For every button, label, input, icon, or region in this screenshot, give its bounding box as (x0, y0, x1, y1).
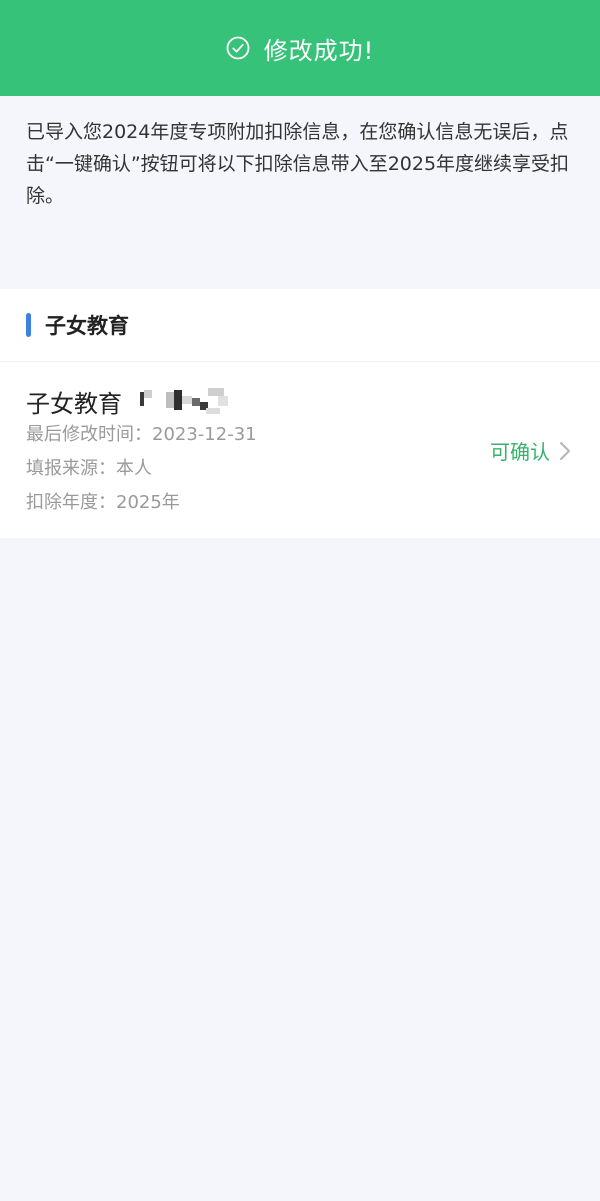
deduction-item-card[interactable]: 子女教育 最后修改时间：2023-12-31 填报来源：本人 扣除年度：2025… (0, 362, 600, 538)
section-header: 子女教育 (0, 289, 600, 362)
item-meta: 最后修改时间：2023-12-31 填报来源：本人 扣除年度：2025年 (26, 418, 574, 520)
banner-title: 修改成功! (263, 36, 375, 65)
success-banner: 修改成功! (0, 0, 600, 96)
status-label: 可确认 (490, 440, 550, 464)
item-title: 子女教育 (26, 389, 122, 418)
check-circle-icon (226, 36, 250, 60)
redacted-name (140, 384, 236, 418)
confirm-status[interactable]: 可确认 (490, 436, 572, 465)
item-title-row: 子女教育 (26, 384, 574, 418)
deduction-year: 扣除年度：2025年 (26, 492, 180, 513)
import-notice: 已导入您2024年度专项附加扣除信息，在您确认信息无误后，点击“一键确认”按钮可… (0, 96, 600, 289)
section-accent-bar (26, 313, 31, 337)
chevron-right-icon (558, 441, 572, 461)
section-title: 子女教育 (45, 314, 129, 338)
